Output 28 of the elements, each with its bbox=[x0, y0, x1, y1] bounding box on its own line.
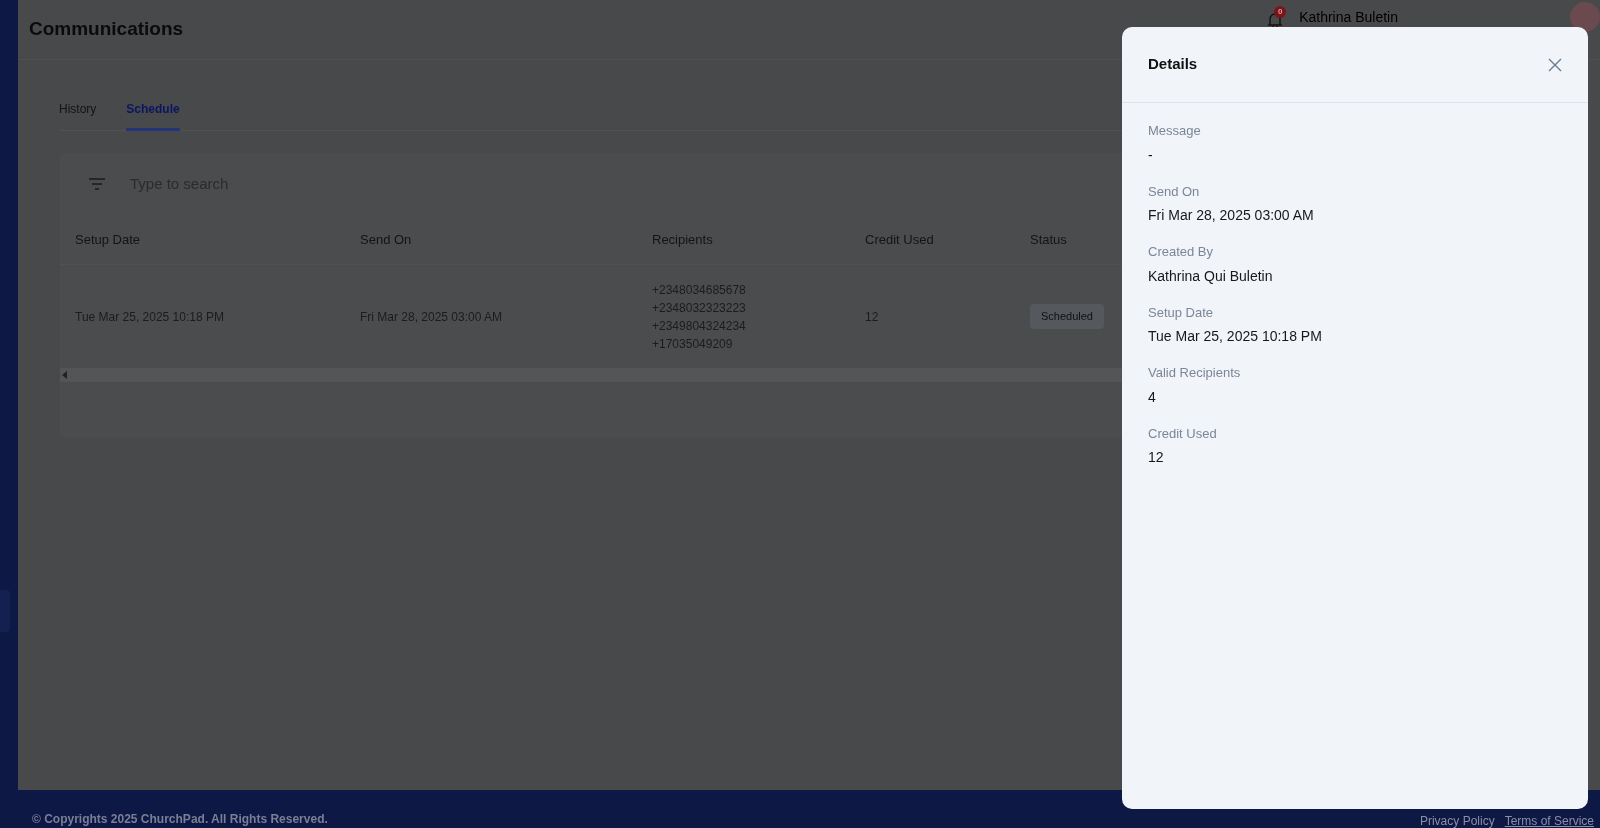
avatar[interactable] bbox=[1570, 2, 1600, 32]
column-header: Setup Date bbox=[75, 231, 141, 247]
footer-link[interactable]: Terms of Service bbox=[1504, 814, 1594, 828]
column-header: Credit Used bbox=[865, 231, 934, 247]
field-label: Setup Date bbox=[1148, 303, 1215, 322]
copyright-text: © Copyrights 2025 ChurchPad. All Rights Reserved. bbox=[32, 811, 328, 828]
column-header: Recipients bbox=[652, 231, 713, 247]
field-value: Fri Mar 28, 2025 03:00 AM bbox=[1148, 206, 1315, 225]
footer-link[interactable]: Privacy Policy bbox=[1419, 814, 1495, 828]
field-value: Kathrina Qui Buletin bbox=[1148, 266, 1274, 286]
field-value: 12 bbox=[1148, 448, 1165, 467]
field-label: Message bbox=[1148, 122, 1202, 140]
field-label: Credit Used bbox=[1148, 424, 1218, 443]
field-value: - bbox=[1148, 145, 1154, 165]
field-value: Tue Mar 25, 2025 10:18 PM bbox=[1148, 327, 1323, 346]
field-label: Send On bbox=[1148, 182, 1201, 201]
notification-badge: 0 bbox=[1274, 6, 1287, 18]
drawer-title: Details bbox=[1148, 54, 1198, 75]
field-label: Valid Recipients bbox=[1148, 364, 1242, 382]
page-title: Communications bbox=[29, 17, 184, 42]
field-value: 4 bbox=[1148, 387, 1157, 407]
column-header: Send On bbox=[360, 231, 412, 247]
status-badge: Scheduled bbox=[1030, 304, 1104, 329]
scroll-left-icon[interactable] bbox=[62, 371, 68, 379]
close-icon[interactable] bbox=[1548, 57, 1562, 72]
field-label: Created By bbox=[1148, 243, 1215, 261]
column-header: Status bbox=[1030, 231, 1067, 247]
user-name: Kathrina Buletin bbox=[1299, 9, 1398, 25]
